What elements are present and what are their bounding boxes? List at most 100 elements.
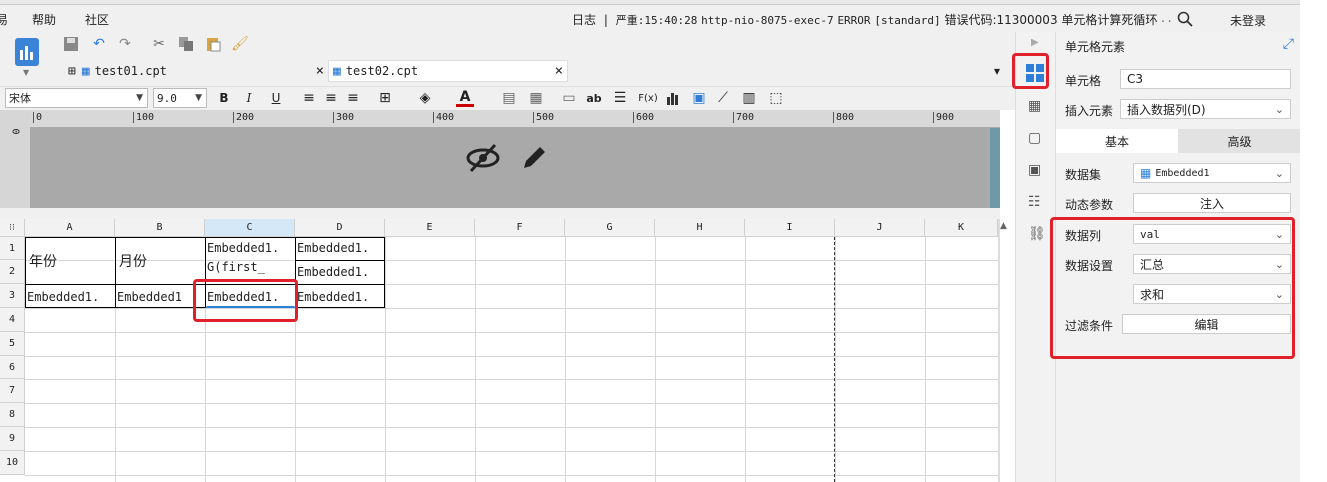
cell-name-field[interactable]: C3 xyxy=(1120,69,1291,89)
image-icon[interactable]: ▣ xyxy=(690,89,708,107)
cell-attr-icon[interactable]: ▦ xyxy=(1028,98,1041,114)
vertical-scrollbar[interactable] xyxy=(998,219,1000,482)
dataset-select[interactable]: ▦ Embedded1 ⌄ xyxy=(1133,163,1291,183)
row-header-1[interactable]: 1 xyxy=(0,237,25,260)
close-icon[interactable]: × xyxy=(555,63,563,79)
column-header-b[interactable]: B xyxy=(115,219,205,237)
column-header-i[interactable]: I xyxy=(745,219,835,237)
cell-border-icon[interactable]: ⬚ xyxy=(767,89,785,107)
log-status-line[interactable]: 日志 | 严重:15:40:28 http-nio-8075-exec-7 ER… xyxy=(572,11,1157,28)
cell-c1-line1[interactable]: Embedded1. xyxy=(207,240,295,256)
redo-icon[interactable]: ↷ xyxy=(116,35,134,53)
login-status[interactable]: 未登录 xyxy=(1230,12,1266,29)
ruler-tick-label: 100 xyxy=(133,112,154,123)
column-header-g[interactable]: G xyxy=(565,219,655,237)
fill-color-icon[interactable]: ◈ xyxy=(416,89,434,107)
tab-test01[interactable]: ⊞ ▦ test01.cpt × xyxy=(62,60,328,82)
column-header-h[interactable]: H xyxy=(655,219,745,237)
slash-icon[interactable]: ⟋ xyxy=(714,89,732,107)
cell-d3[interactable]: Embedded1. xyxy=(297,289,385,305)
cell-d2[interactable]: Embedded1. xyxy=(297,264,385,280)
select-all-corner[interactable]: ⁝⁝ xyxy=(0,219,25,237)
row-header-7[interactable]: 7 xyxy=(0,379,25,403)
chevron-down-icon: ⌄ xyxy=(1274,102,1284,116)
menu-help[interactable]: 帮助 xyxy=(32,11,56,28)
text-widget-button[interactable]: ab xyxy=(585,89,603,107)
font-size-select[interactable]: 9.0 ▼ xyxy=(153,88,207,108)
save-icon[interactable] xyxy=(62,35,80,53)
paste-icon[interactable] xyxy=(204,35,222,53)
cell-b1[interactable]: 月份 xyxy=(119,254,147,270)
preview-scroll-marker[interactable] xyxy=(990,128,1000,208)
align-left-icon[interactable]: ≡ xyxy=(300,89,318,107)
cell-c1-line2[interactable]: G(first_ xyxy=(207,259,295,276)
link-icon[interactable]: ⛓ xyxy=(1028,226,1046,242)
tab-advanced[interactable]: 高级 xyxy=(1178,129,1301,153)
undo-icon[interactable]: ↶ xyxy=(90,35,108,53)
scroll-up-icon[interactable]: ▲ xyxy=(1000,221,1007,231)
logo-dropdown-icon[interactable]: ▼ xyxy=(23,68,29,77)
bold-button[interactable]: B xyxy=(215,89,233,107)
row-header-5[interactable]: 5 xyxy=(0,332,25,356)
align-center-icon[interactable]: ≡ xyxy=(322,89,340,107)
menu-community[interactable]: 社区 xyxy=(85,11,109,28)
grid-col-line xyxy=(745,237,746,482)
ruler-tick-label: 600 xyxy=(633,112,654,123)
close-icon[interactable]: × xyxy=(316,63,324,79)
cell-b3[interactable]: Embedded1 xyxy=(117,289,205,305)
format-brush-icon[interactable]: 🖌 xyxy=(231,35,249,53)
row-header-3[interactable]: 3 xyxy=(0,284,25,308)
cell-a3[interactable]: Embedded1. xyxy=(27,289,115,305)
widget-icon[interactable]: ▣ xyxy=(1028,162,1041,178)
border-icon[interactable]: ⊞ xyxy=(376,89,394,107)
row-header-2[interactable]: 2 xyxy=(0,260,25,284)
collapse-arrow-icon[interactable]: ⤢ xyxy=(1283,36,1294,52)
row-header-8[interactable]: 8 xyxy=(0,403,25,427)
edit-pencil-icon[interactable] xyxy=(518,142,550,174)
row-header-4[interactable]: 4 xyxy=(0,308,25,332)
column-header-j[interactable]: J xyxy=(835,219,925,237)
text-field-icon[interactable]: ▭ xyxy=(560,89,578,107)
column-header-k[interactable]: K xyxy=(925,219,998,237)
bar-chart-icon[interactable] xyxy=(664,89,682,107)
column-header-d[interactable]: D xyxy=(295,219,385,237)
tab-menu-icon[interactable]: ▾ xyxy=(988,62,1006,80)
condition-icon[interactable]: ☷ xyxy=(1028,194,1041,210)
inject-button[interactable]: 注入 xyxy=(1133,193,1291,213)
column-header-f[interactable]: F xyxy=(475,219,565,237)
column-header-a[interactable]: A xyxy=(25,219,115,237)
subreport-icon[interactable]: ▥ xyxy=(740,89,758,107)
underline-button[interactable]: U xyxy=(267,89,285,107)
cell-d1[interactable]: Embedded1. xyxy=(297,240,385,256)
cut-icon[interactable]: ✂ xyxy=(150,35,168,53)
font-color-icon[interactable]: A xyxy=(456,89,474,107)
hide-icon[interactable] xyxy=(466,141,500,175)
font-family-select[interactable]: 宋体 ▼ xyxy=(5,88,148,108)
split-icon[interactable]: ▦ xyxy=(527,89,545,107)
expand-arrow-icon[interactable]: ▶ xyxy=(1031,37,1039,48)
menu-partial-item[interactable]: 易 xyxy=(0,11,8,28)
app-logo-icon[interactable] xyxy=(15,38,39,66)
row-header-9[interactable]: 9 xyxy=(0,427,25,451)
copy-icon[interactable] xyxy=(177,35,195,53)
search-icon[interactable] xyxy=(1177,11,1193,27)
italic-button[interactable]: I xyxy=(240,89,258,107)
row-header-6[interactable]: 6 xyxy=(0,356,25,379)
report-icon: ▦ xyxy=(81,63,90,79)
log-more[interactable]: ... xyxy=(1153,12,1173,25)
column-header-e[interactable]: E xyxy=(385,219,475,237)
spreadsheet-grid[interactable]: ⁝⁝ ABCDEFGHIJK 1 2 3 4 5 6 7 8 9 10 ▲ 年份 月份 Embed… xyxy=(0,219,1007,482)
insert-label: 插入元素 xyxy=(1065,104,1114,118)
cell-a1[interactable]: 年份 xyxy=(29,254,57,270)
tab-test02[interactable]: ▦ test02.cpt × xyxy=(328,60,568,82)
row-header-10[interactable]: 10 xyxy=(0,451,25,475)
rich-text-icon[interactable]: ☰ xyxy=(611,89,629,107)
formula-button[interactable]: F(x) xyxy=(637,89,659,107)
tab-basic[interactable]: 基本 xyxy=(1056,129,1178,153)
align-right-icon[interactable]: ≡ xyxy=(344,89,362,107)
ruler-tick-label: 800 xyxy=(833,112,854,123)
merge-icon[interactable]: ▤ xyxy=(500,89,518,107)
insert-element-select[interactable]: 插入数据列(D) ⌄ xyxy=(1120,99,1291,119)
column-header-c[interactable]: C xyxy=(205,219,295,237)
float-element-icon[interactable]: ▢ xyxy=(1028,130,1041,146)
